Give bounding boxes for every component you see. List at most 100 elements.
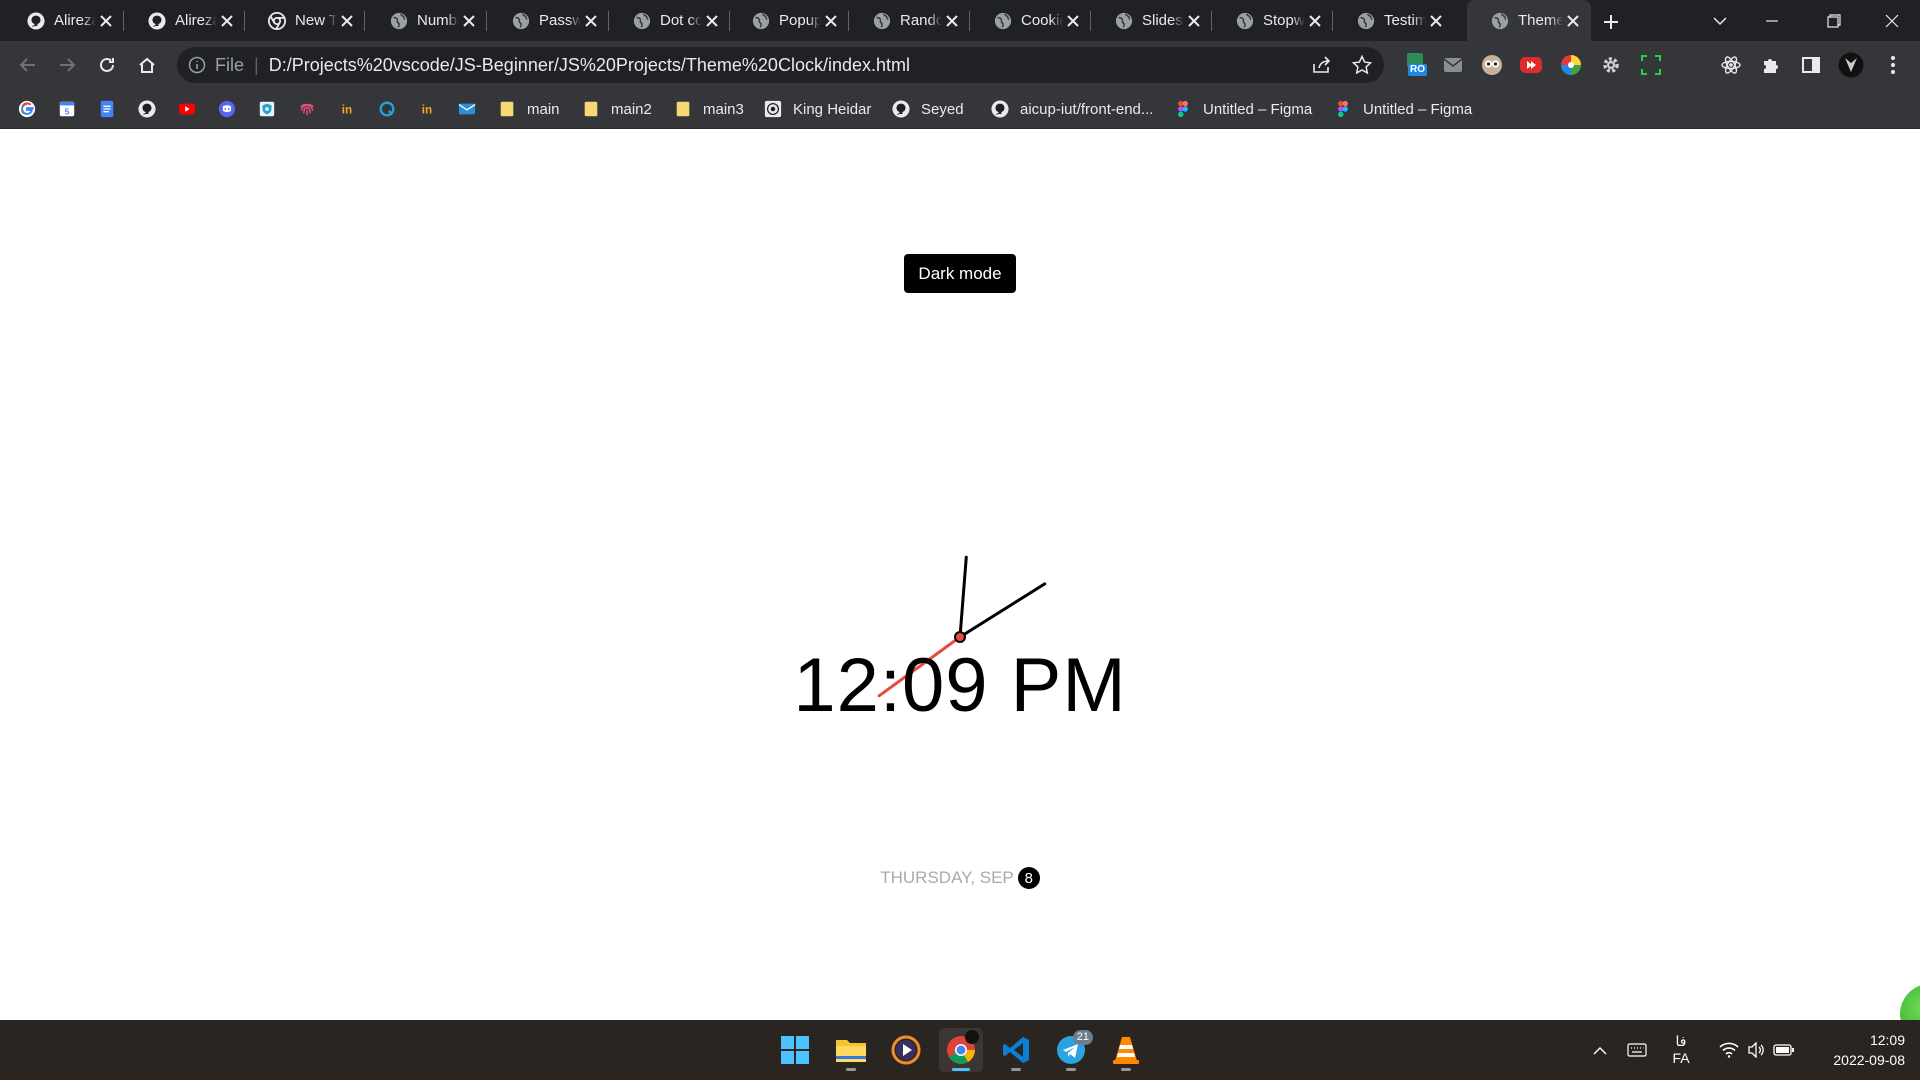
tab-separator [364,11,365,31]
dark-mode-toggle-button[interactable]: Dark mode [904,254,1016,293]
docs-icon [97,99,117,119]
system-clock[interactable]: 12:09 2022-09-08 [1805,1030,1905,1070]
extension-mail-icon[interactable] [1440,52,1466,78]
tab-search-button[interactable] [1692,0,1748,41]
bookmark-icon-item[interactable] [97,96,117,122]
extension-react-icon[interactable] [1718,52,1744,78]
folder-icon [581,99,601,119]
browser-tab[interactable]: Slideshow [1091,0,1212,41]
close-tab-button[interactable] [217,11,237,31]
new-tab-button[interactable] [1597,8,1625,36]
close-tab-button[interactable] [459,11,479,31]
browser-tab[interactable]: Alireza [124,0,245,41]
bookmark-icon-item[interactable] [137,96,157,122]
taskbar-file-explorer[interactable] [829,1028,873,1072]
address-bar[interactable]: File | D:/Projects%20vscode/JS-Beginner/… [177,47,1384,83]
touch-keyboard-button[interactable] [1622,1020,1652,1080]
share-button[interactable] [1306,49,1338,81]
close-window-button[interactable] [1864,0,1920,41]
bookmark-item[interactable]: Untitled – Figma [1173,96,1312,122]
close-tab-button[interactable] [942,11,962,31]
taskbar-media-player[interactable] [884,1028,928,1072]
side-panel-button[interactable] [1798,52,1824,78]
minimize-button[interactable] [1744,0,1800,41]
extension-reader-icon[interactable]: RO [1403,52,1429,78]
close-tab-button[interactable] [337,11,357,31]
browser-tab[interactable]: Cookie [970,0,1091,41]
extensions-puzzle-button[interactable] [1758,52,1784,78]
info-icon[interactable] [187,55,207,75]
bookmark-item[interactable]: main2 [581,96,652,122]
browser-tab[interactable]: Stopwatch [1212,0,1333,41]
home-icon [139,57,155,73]
bookmark-item[interactable]: Seyed [891,96,964,122]
close-tab-button[interactable] [581,11,601,31]
bookmark-icon-item[interactable] [257,96,277,122]
extension-gear-icon[interactable] [1598,52,1624,78]
bookmark-icon-item[interactable]: 5 [57,96,77,122]
show-hidden-icons-button[interactable] [1586,1020,1614,1080]
browser-menu-button[interactable] [1880,52,1906,78]
bookmark-item[interactable]: Untitled – Figma [1333,96,1472,122]
share-icon [1313,56,1331,73]
bookmark-icon-item[interactable] [297,96,317,122]
browser-tab[interactable]: Number [366,0,487,41]
bookmark-label: Seyed [921,100,964,118]
restore-button[interactable] [1806,0,1862,41]
globe-icon [1490,11,1510,31]
browser-tab[interactable]: New Tab [244,0,365,41]
bookmark-item[interactable]: King Heidar [763,96,871,122]
extension-color-wheel-icon[interactable] [1558,52,1584,78]
tab-title: Dot com [660,12,702,29]
reload-button[interactable] [91,49,123,81]
browser-tab[interactable]: Alireza [3,0,124,41]
bookmark-star-button[interactable] [1346,49,1378,81]
profile-avatar[interactable] [1838,52,1864,78]
browser-tab[interactable]: Theme Clock [1467,0,1591,41]
close-tab-button[interactable] [1184,11,1204,31]
bookmark-item[interactable]: main [497,96,560,122]
close-tab-button[interactable] [702,11,722,31]
bookmark-item[interactable]: main3 [673,96,744,122]
browser-tab[interactable]: Popup [728,0,849,41]
extension-screenshot-icon[interactable] [1638,52,1664,78]
volume-icon[interactable] [1743,1020,1769,1080]
windows-start-icon [781,1036,809,1064]
browser-tab[interactable]: Password [488,0,609,41]
browser-tab[interactable]: Testimonial [1333,0,1454,41]
bookmark-icon-item[interactable] [377,96,397,122]
close-tab-button[interactable] [1426,11,1446,31]
bookmark-icon-item[interactable] [17,96,37,122]
close-tab-button[interactable] [96,11,116,31]
tab-title: Cookie [1021,12,1063,29]
close-tab-button[interactable] [1305,11,1325,31]
back-button[interactable] [12,49,44,81]
wifi-icon[interactable] [1715,1020,1743,1080]
taskbar-chrome[interactable] [939,1028,983,1072]
close-tab-button[interactable] [1563,11,1583,31]
bookmark-icon-item[interactable]: in [337,96,357,122]
bookmark-icon-item[interactable] [177,96,197,122]
browser-tab[interactable]: Dot com [609,0,730,41]
home-button[interactable] [131,49,163,81]
globe-icon [872,11,892,31]
tab-title: Slideshow [1142,12,1184,29]
calendar-icon: 5 [57,99,77,119]
close-tab-button[interactable] [1063,11,1083,31]
extension-youtube-icon[interactable] [1518,52,1544,78]
battery-icon[interactable] [1769,1020,1799,1080]
language-indicator[interactable]: فا FA [1660,1020,1702,1080]
taskbar-vlc[interactable] [1104,1028,1148,1072]
taskbar-telegram[interactable]: 21 [1049,1028,1093,1072]
bookmark-icon-item[interactable] [457,96,477,122]
close-tab-button[interactable] [821,11,841,31]
taskbar-vscode[interactable] [994,1028,1038,1072]
bookmark-icon-item[interactable] [217,96,237,122]
browser-tab[interactable]: Random [849,0,970,41]
forward-button[interactable] [51,49,83,81]
url-text[interactable]: D:/Projects%20vscode/JS-Beginner/JS%20Pr… [269,55,910,76]
bookmark-item[interactable]: aicup-iut/front-end... [990,96,1153,122]
extension-owl-icon[interactable] [1479,52,1505,78]
bookmark-icon-item[interactable]: in [417,96,437,122]
start-button[interactable] [773,1028,817,1072]
